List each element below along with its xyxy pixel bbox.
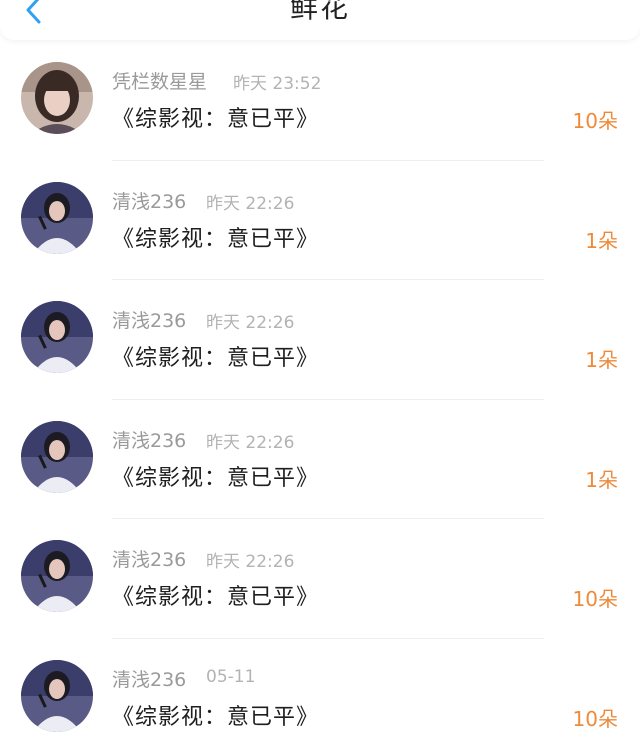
user-name[interactable]: 清浅236 [112, 426, 186, 453]
singer-icon [21, 181, 93, 254]
timestamp: 昨天 22:26 [206, 313, 295, 334]
avatar[interactable] [21, 420, 93, 493]
user-name[interactable]: 清浅236 [112, 545, 186, 572]
timestamp: 昨天 22:26 [206, 193, 295, 214]
book-title[interactable]: 《综影视：意已平》 [112, 579, 319, 611]
list-item[interactable]: 清浅236 05-11 《综影视：意已平》 10朵 [0, 638, 640, 748]
user-name[interactable]: 清浅236 [112, 187, 186, 214]
flower-count: 1朵 [585, 228, 618, 253]
flower-count: 1朵 [585, 348, 618, 373]
singer-icon [21, 540, 93, 613]
avatar[interactable] [21, 181, 93, 254]
flowers-page: 鲜花 凭栏数星星 昨天 23:52 《综影视：意已平》 10朵 清浅236 昨天… [0, 0, 640, 748]
list-item[interactable]: 清浅236 昨天 22:26 《综影视：意已平》 1朵 [0, 399, 640, 520]
timestamp: 昨天 22:26 [206, 552, 295, 573]
flower-count: 10朵 [572, 109, 618, 133]
timestamp: 昨天 22:26 [206, 432, 295, 453]
avatar[interactable] [21, 301, 93, 374]
list-item[interactable]: 清浅236 昨天 22:26 《综影视：意已平》 1朵 [0, 160, 640, 281]
book-title[interactable]: 《综影视：意已平》 [112, 340, 319, 372]
singer-icon [21, 659, 93, 732]
list-item[interactable]: 凭栏数星星 昨天 23:52 《综影视：意已平》 10朵 [0, 41, 640, 161]
list-item[interactable]: 清浅236 昨天 22:26 《综影视：意已平》 1朵 [0, 280, 640, 400]
user-name[interactable]: 凭栏数星星 [112, 67, 207, 94]
timestamp: 05-11 [206, 666, 256, 687]
flower-record-list: 凭栏数星星 昨天 23:52 《综影视：意已平》 10朵 清浅236 昨天 22… [0, 41, 640, 748]
avatar[interactable] [21, 540, 93, 613]
timestamp: 昨天 23:52 [233, 74, 322, 94]
book-title[interactable]: 《综影视：意已平》 [112, 221, 319, 253]
book-title[interactable]: 《综影视：意已平》 [112, 460, 319, 492]
singer-icon [21, 301, 93, 374]
user-name[interactable]: 清浅236 [112, 306, 186, 333]
page-title: 鲜花 [289, 0, 350, 24]
flower-count: 10朵 [572, 706, 618, 731]
user-name[interactable]: 清浅236 [112, 665, 186, 692]
book-title[interactable]: 《综影视：意已平》 [112, 699, 319, 731]
flower-count: 1朵 [585, 467, 618, 492]
list-item[interactable]: 清浅236 昨天 22:26 《综影视：意已平》 10朵 [0, 519, 640, 639]
flower-count: 10朵 [572, 587, 618, 612]
top-bar: 鲜花 [0, 0, 640, 40]
book-title[interactable]: 《综影视：意已平》 [112, 101, 319, 133]
singer-icon [21, 420, 93, 493]
avatar[interactable] [21, 659, 93, 732]
avatar[interactable] [21, 62, 93, 134]
woman-icon [21, 62, 93, 134]
